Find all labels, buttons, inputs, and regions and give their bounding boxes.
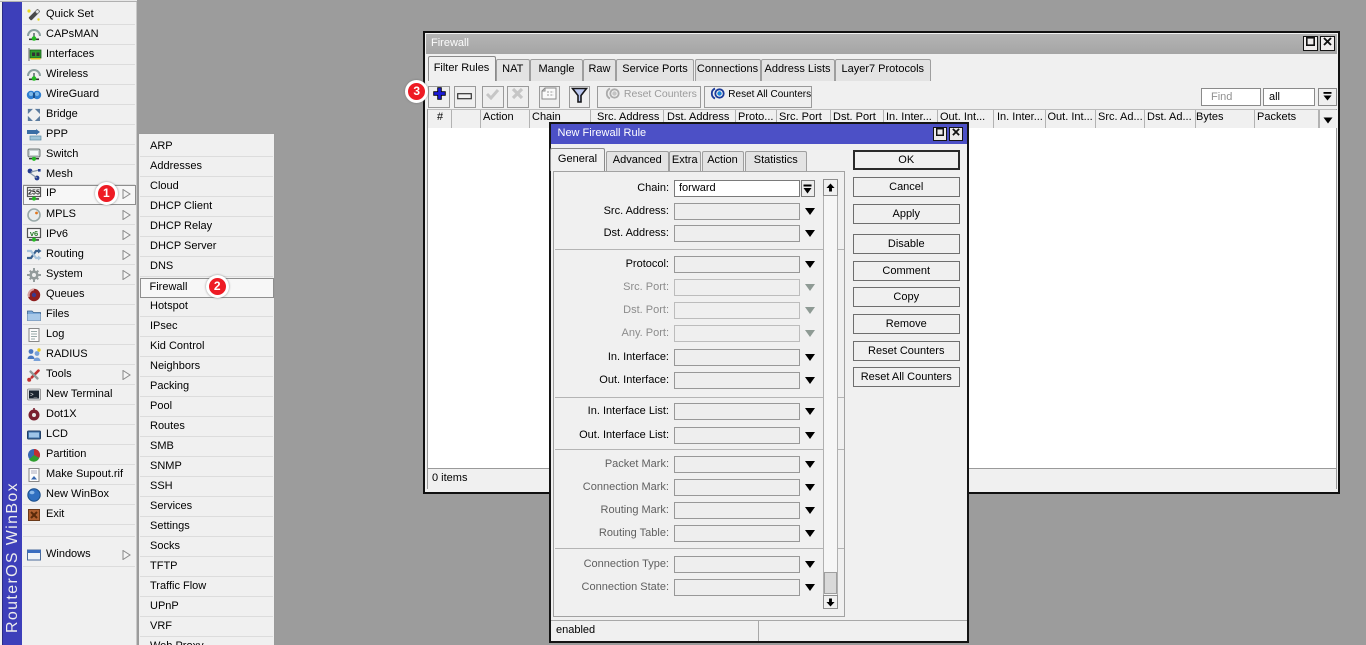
svg-text:255: 255 xyxy=(28,190,40,197)
svg-text:>_: >_ xyxy=(30,392,38,399)
svg-text:v6: v6 xyxy=(30,229,38,238)
